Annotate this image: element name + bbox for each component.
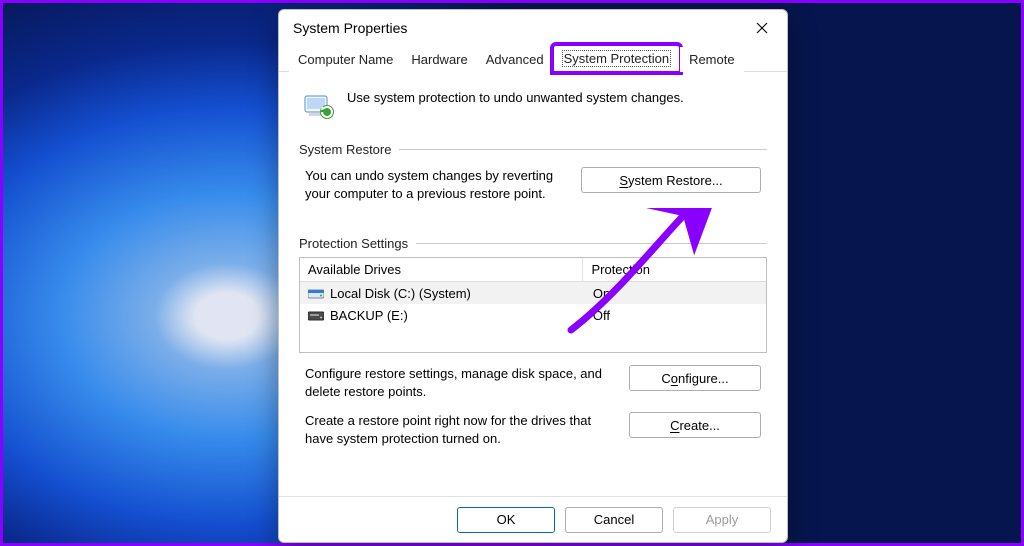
tab-hardware[interactable]: Hardware [402,47,476,72]
system-protection-icon [301,90,335,124]
title-bar: System Properties [279,10,787,46]
create-button[interactable]: Create... [629,412,761,438]
configure-button[interactable]: Configure... [629,365,761,391]
tab-computer-name[interactable]: Computer Name [289,47,402,72]
ok-button[interactable]: OK [457,507,555,533]
col-protection[interactable]: Protection [583,258,766,281]
restore-description: You can undo system changes by reverting… [305,167,563,202]
close-icon [756,22,768,34]
drive-name: BACKUP (E:) [330,308,408,323]
system-restore-button[interactable]: System Restore... [581,167,761,193]
drive-name: Local Disk (C:) (System) [330,286,471,301]
create-text: Create a restore point right now for the… [305,412,611,447]
table-row[interactable]: Local Disk (C:) (System) On [300,282,766,304]
drive-icon [308,309,324,321]
window-title: System Properties [293,20,741,36]
drive-protection: On [585,286,766,301]
cancel-button[interactable]: Cancel [565,507,663,533]
tab-system-protection[interactable]: System Protection [553,45,681,72]
section-protection-settings: Protection Settings [299,236,767,251]
intro-row: Use system protection to undo unwanted s… [299,84,767,138]
intro-text: Use system protection to undo unwanted s… [347,90,684,105]
tab-bar: Computer Name Hardware Advanced System P… [279,46,787,72]
tab-content: Use system protection to undo unwanted s… [279,72,787,496]
create-row: Create a restore point right now for the… [299,400,767,447]
system-drive-icon [308,287,324,299]
table-header: Available Drives Protection [300,258,766,282]
close-button[interactable] [741,13,783,43]
table-empty-space [300,326,766,352]
section-system-restore: System Restore [299,142,767,157]
system-properties-window: System Properties Computer Name Hardware… [278,9,788,543]
dialog-footer: OK Cancel Apply [279,496,787,542]
system-restore-row: You can undo system changes by reverting… [299,157,767,206]
drives-table: Available Drives Protection Local Disk (… [299,257,767,353]
tab-advanced[interactable]: Advanced [477,47,553,72]
tab-remote[interactable]: Remote [680,47,744,72]
configure-text: Configure restore settings, manage disk … [305,365,611,400]
drive-protection: Off [585,308,766,323]
desktop-background: System Properties Computer Name Hardware… [0,0,1024,546]
col-available-drives[interactable]: Available Drives [300,258,583,281]
table-row[interactable]: BACKUP (E:) Off [300,304,766,326]
apply-button[interactable]: Apply [673,507,771,533]
configure-row: Configure restore settings, manage disk … [299,353,767,400]
